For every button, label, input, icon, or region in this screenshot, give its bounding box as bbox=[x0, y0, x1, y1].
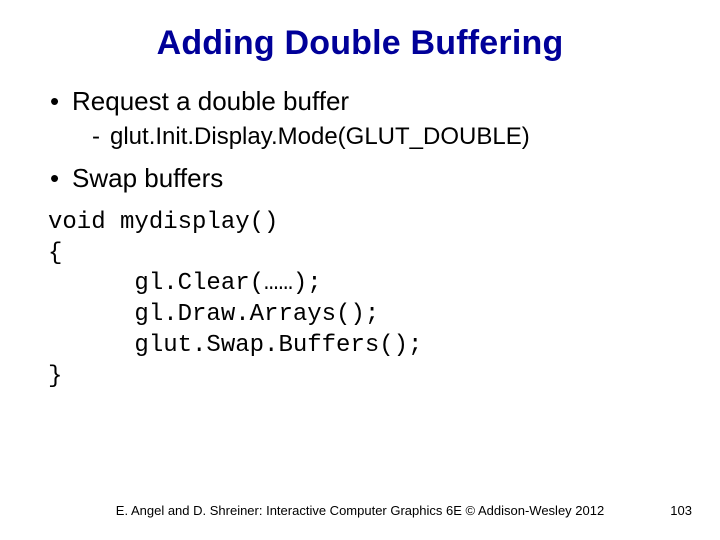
bullet-swap-buffers: •Swap buffers bbox=[50, 162, 688, 195]
bullet-request-double-buffer: •Request a double buffer bbox=[50, 85, 688, 118]
slide-body: •Request a double buffer -glut.Init.Disp… bbox=[42, 85, 688, 392]
code-line: } bbox=[48, 363, 62, 390]
footer-credit: E. Angel and D. Shreiner: Interactive Co… bbox=[0, 503, 720, 518]
code-line: void mydisplay() bbox=[48, 209, 278, 236]
code-line: { bbox=[48, 240, 62, 267]
code-block: void mydisplay() { gl.Clear(……); gl.Draw… bbox=[48, 208, 688, 392]
bullet-dash-icon: - bbox=[92, 122, 110, 152]
slide-title: Adding Double Buffering bbox=[32, 24, 688, 63]
subbullet-glut-init: -glut.Init.Display.Mode(GLUT_DOUBLE) bbox=[92, 122, 688, 152]
subbullet-text: glut.Init.Display.Mode(GLUT_DOUBLE) bbox=[110, 123, 530, 150]
slide: Adding Double Buffering •Request a doubl… bbox=[0, 0, 720, 540]
bullet-dot-icon: • bbox=[50, 162, 72, 195]
code-line: gl.Clear(……); bbox=[48, 270, 322, 297]
bullet-text: Swap buffers bbox=[72, 163, 223, 193]
code-line: gl.Draw.Arrays(); bbox=[48, 301, 379, 328]
bullet-text: Request a double buffer bbox=[72, 86, 349, 116]
slide-footer: E. Angel and D. Shreiner: Interactive Co… bbox=[0, 503, 720, 518]
bullet-dot-icon: • bbox=[50, 85, 72, 118]
code-line: glut.Swap.Buffers(); bbox=[48, 332, 422, 359]
page-number: 103 bbox=[670, 503, 692, 518]
